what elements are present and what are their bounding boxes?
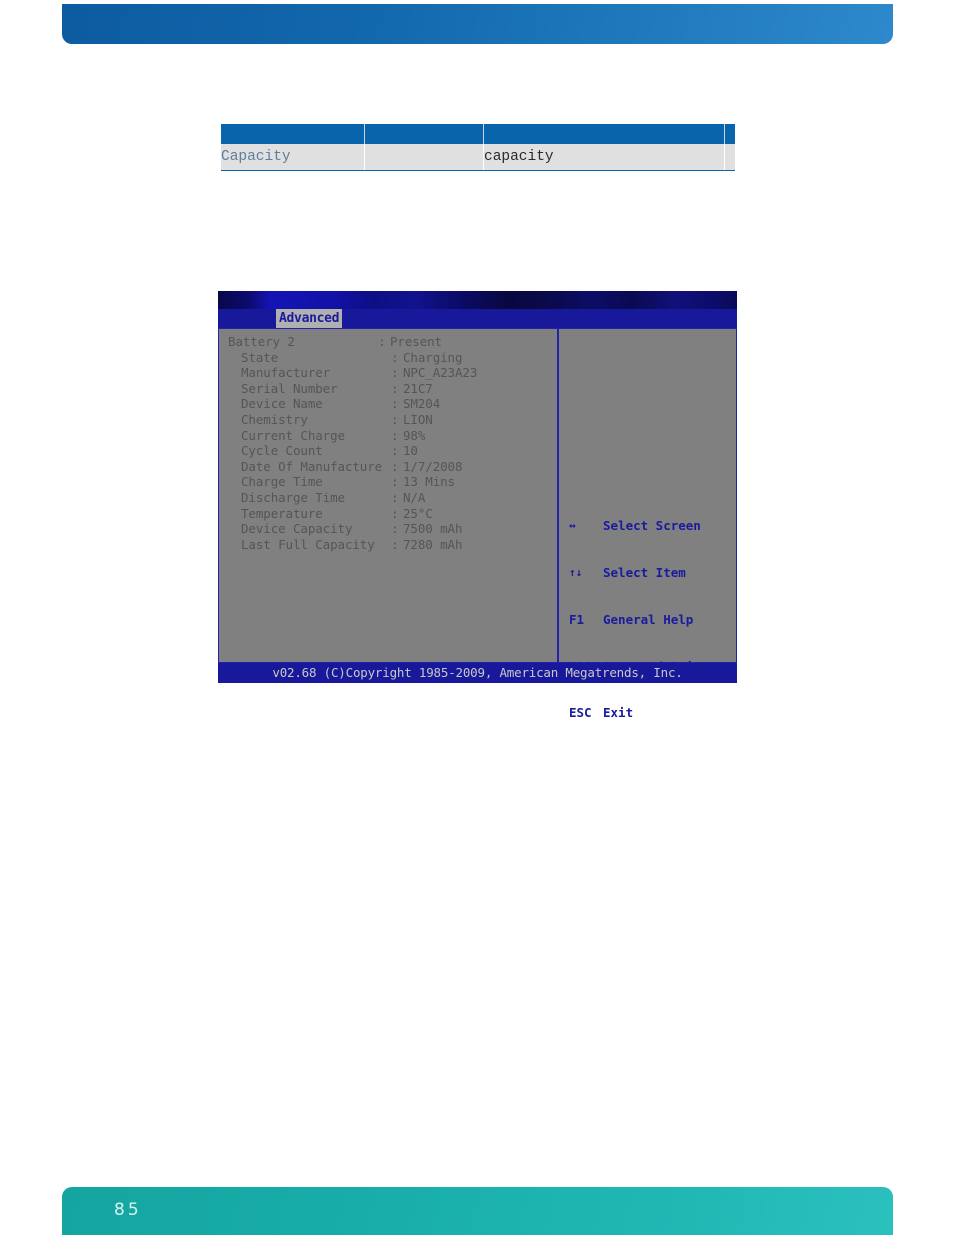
help-key-name: F1 (569, 611, 585, 627)
bios-setting-label: Current Charge (241, 427, 345, 443)
bios-setting-value: 98% (403, 427, 426, 443)
bios-setting-row: Date Of Manufacture : 1/7/2008 (228, 459, 557, 475)
bios-setting-row: Serial Number : 21C7 (228, 381, 557, 397)
bios-setting-value: 21C7 (403, 380, 433, 396)
table-cell-middle (364, 144, 484, 171)
bios-setting-separator: : (391, 396, 399, 412)
bios-setting-row: State : Charging (228, 350, 557, 366)
bios-setting-separator: : (391, 505, 399, 521)
bios-setting-separator: : (391, 349, 399, 365)
table-header-cell-description (483, 124, 725, 144)
help-key-row: ↑↓ Select Item (569, 565, 701, 581)
bios-titlebar (218, 291, 737, 309)
bios-setting-value: 25°C (403, 505, 433, 521)
bios-setting-row: Chemistry : LION (228, 412, 557, 428)
bios-settings-panel: Battery 2 : Present State : Charging Man… (219, 329, 559, 662)
table-row: Capacity capacity (221, 144, 735, 171)
bios-setting-value: NPC_A23A23 (403, 365, 478, 381)
bios-setting-row: Device Capacity : 7500 mAh (228, 521, 557, 537)
bios-setting-row: Battery 2 : Present (228, 334, 557, 350)
help-key-name: ESC (569, 705, 592, 721)
bios-copyright-footer: v02.68 (C)Copyright 1985-2009, American … (218, 663, 737, 683)
bios-setting-label: Date Of Manufacture (241, 458, 383, 474)
table-header-cell-extra (724, 124, 735, 144)
bios-setting-row: Temperature : 25°C (228, 506, 557, 522)
bios-setting-separator: : (391, 427, 399, 443)
bios-setting-label: Device Name (241, 396, 323, 412)
table-cell-setting-name: Capacity (221, 144, 365, 171)
bios-setting-separator: : (391, 411, 399, 427)
left-right-arrow-icon: ↔ (569, 519, 576, 533)
bios-setting-separator: : (391, 365, 399, 381)
bios-setting-value: 13 Mins (403, 474, 455, 490)
settings-table: Capacity capacity (221, 124, 735, 171)
help-key-row: ESC Exit (569, 705, 701, 721)
help-key-label: General Help (603, 611, 694, 627)
table-header-cell-middle (364, 124, 484, 144)
bios-setting-label: Serial Number (241, 380, 338, 396)
bios-setting-separator: : (391, 474, 399, 490)
bios-setting-value: Present (390, 334, 442, 349)
bios-setting-label: Temperature (241, 505, 323, 521)
bios-setting-value: LION (403, 411, 433, 427)
bios-help-keys-list: ↔ Select Screen ↑↓ Select Item F1 Genera… (569, 487, 701, 752)
bios-setting-value: 7500 mAh (403, 521, 463, 537)
bios-setting-label: Battery 2 (228, 334, 295, 349)
bios-setting-separator: : (391, 380, 399, 396)
table-cell-description: capacity (483, 144, 725, 171)
bios-setting-label: Device Capacity (241, 521, 353, 537)
page-header-banner (62, 4, 893, 44)
table-header-row (221, 124, 735, 144)
bios-setting-row: Device Name : SM204 (228, 396, 557, 412)
up-down-arrow-icon: ↑↓ (569, 565, 583, 579)
bios-setting-row: Manufacturer : NPC_A23A23 (228, 365, 557, 381)
bios-content-area: Battery 2 : Present State : Charging Man… (218, 328, 737, 720)
bios-setting-separator: : (391, 489, 399, 505)
bios-setting-value: Charging (403, 349, 463, 365)
bios-help-panel: ↔ Select Screen ↑↓ Select Item F1 Genera… (559, 329, 736, 720)
bios-setting-row: Last Full Capacity : 7280 mAh (228, 537, 557, 553)
bios-setting-label: Chemistry (241, 411, 308, 427)
bios-setting-label: Manufacturer (241, 365, 331, 381)
bios-setting-separator: : (391, 443, 399, 459)
bios-setting-label: Last Full Capacity (241, 536, 375, 552)
help-key-row: ↔ Select Screen (569, 518, 701, 534)
help-key-label: Exit (603, 705, 634, 721)
page-number: 85 (114, 1200, 142, 1220)
bios-setup-screen: Advanced Battery 2 : Present State : Cha… (218, 291, 737, 720)
tab-advanced[interactable]: Advanced (276, 309, 343, 328)
help-key-label: Select Screen (603, 518, 701, 534)
bios-setting-label: Charge Time (241, 474, 323, 490)
bios-setting-value: 1/7/2008 (403, 458, 463, 474)
help-key-label: Select Item (603, 564, 686, 580)
help-key-row: F1 General Help (569, 612, 701, 628)
bios-setting-row: Cycle Count : 10 (228, 443, 557, 459)
bios-setting-separator: : (378, 334, 386, 349)
page-footer-banner: 85 (62, 1187, 893, 1235)
bios-menu-bar: Advanced (218, 309, 737, 328)
bios-setting-row: Current Charge : 98% (228, 428, 557, 444)
bios-setting-row: Discharge Time : N/A (228, 490, 557, 506)
bios-setting-value: 7280 mAh (403, 536, 463, 552)
bios-setting-value: 10 (403, 443, 418, 459)
table-cell-extra (724, 144, 735, 171)
bios-setting-value: N/A (403, 489, 426, 505)
table-header-cell-name (221, 124, 365, 144)
bios-setting-label: State (241, 349, 279, 365)
bios-setting-separator: : (391, 458, 399, 474)
bios-setting-value: SM204 (403, 396, 441, 412)
bios-setting-label: Cycle Count (241, 443, 323, 459)
bios-setting-row: Charge Time : 13 Mins (228, 474, 557, 490)
bios-setting-label: Discharge Time (241, 489, 345, 505)
bios-setting-separator: : (391, 536, 399, 552)
bios-setting-separator: : (391, 521, 399, 537)
